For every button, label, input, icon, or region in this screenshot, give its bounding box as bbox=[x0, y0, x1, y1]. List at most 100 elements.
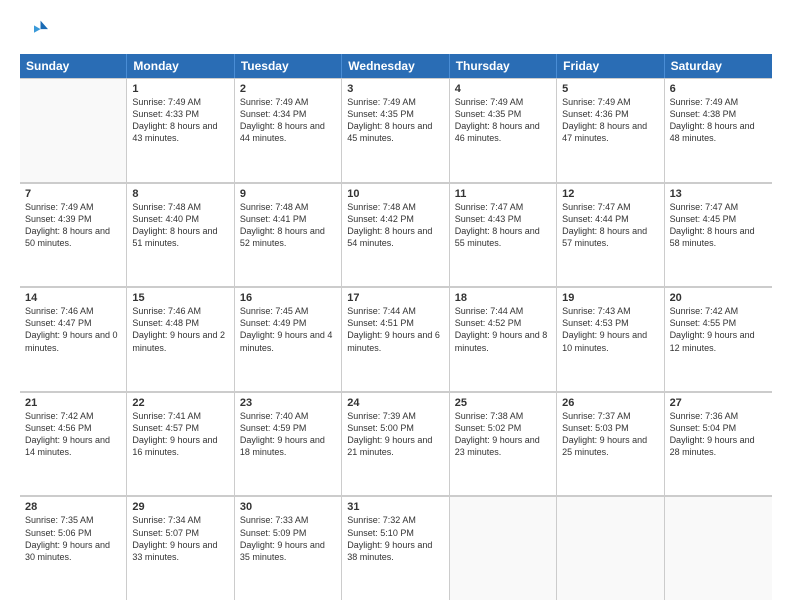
calendar-cell: 18Sunrise: 7:44 AMSunset: 4:52 PMDayligh… bbox=[450, 288, 557, 391]
cell-details: Sunrise: 7:48 AMSunset: 4:42 PMDaylight:… bbox=[347, 201, 443, 250]
calendar-row: 28Sunrise: 7:35 AMSunset: 5:06 PMDayligh… bbox=[20, 496, 772, 600]
cell-details: Sunrise: 7:33 AMSunset: 5:09 PMDaylight:… bbox=[240, 514, 336, 563]
day-number: 14 bbox=[25, 292, 121, 304]
day-number: 15 bbox=[132, 292, 228, 304]
day-number: 30 bbox=[240, 501, 336, 513]
calendar-cell: 10Sunrise: 7:48 AMSunset: 4:42 PMDayligh… bbox=[342, 184, 449, 287]
calendar-cell: 20Sunrise: 7:42 AMSunset: 4:55 PMDayligh… bbox=[665, 288, 772, 391]
weekday-header: Friday bbox=[557, 54, 664, 78]
calendar-cell: 29Sunrise: 7:34 AMSunset: 5:07 PMDayligh… bbox=[127, 497, 234, 600]
day-number: 17 bbox=[347, 292, 443, 304]
day-number: 6 bbox=[670, 83, 767, 95]
calendar-row: 7Sunrise: 7:49 AMSunset: 4:39 PMDaylight… bbox=[20, 183, 772, 288]
calendar-cell: 15Sunrise: 7:46 AMSunset: 4:48 PMDayligh… bbox=[127, 288, 234, 391]
cell-details: Sunrise: 7:47 AMSunset: 4:44 PMDaylight:… bbox=[562, 201, 658, 250]
day-number: 21 bbox=[25, 397, 121, 409]
calendar-cell: 11Sunrise: 7:47 AMSunset: 4:43 PMDayligh… bbox=[450, 184, 557, 287]
day-number: 8 bbox=[132, 188, 228, 200]
cell-details: Sunrise: 7:32 AMSunset: 5:10 PMDaylight:… bbox=[347, 514, 443, 563]
day-number: 22 bbox=[132, 397, 228, 409]
calendar-cell: 17Sunrise: 7:44 AMSunset: 4:51 PMDayligh… bbox=[342, 288, 449, 391]
cell-details: Sunrise: 7:49 AMSunset: 4:38 PMDaylight:… bbox=[670, 96, 767, 145]
cell-details: Sunrise: 7:49 AMSunset: 4:35 PMDaylight:… bbox=[455, 96, 551, 145]
day-number: 13 bbox=[670, 188, 767, 200]
cell-details: Sunrise: 7:34 AMSunset: 5:07 PMDaylight:… bbox=[132, 514, 228, 563]
cell-details: Sunrise: 7:49 AMSunset: 4:35 PMDaylight:… bbox=[347, 96, 443, 145]
calendar-cell: 8Sunrise: 7:48 AMSunset: 4:40 PMDaylight… bbox=[127, 184, 234, 287]
calendar-cell: 3Sunrise: 7:49 AMSunset: 4:35 PMDaylight… bbox=[342, 79, 449, 182]
weekday-header: Sunday bbox=[20, 54, 127, 78]
calendar-cell: 14Sunrise: 7:46 AMSunset: 4:47 PMDayligh… bbox=[20, 288, 127, 391]
calendar-row: 14Sunrise: 7:46 AMSunset: 4:47 PMDayligh… bbox=[20, 287, 772, 392]
day-number: 2 bbox=[240, 83, 336, 95]
day-number: 7 bbox=[25, 188, 121, 200]
cell-details: Sunrise: 7:46 AMSunset: 4:48 PMDaylight:… bbox=[132, 305, 228, 354]
cell-details: Sunrise: 7:35 AMSunset: 5:06 PMDaylight:… bbox=[25, 514, 121, 563]
calendar-cell: 2Sunrise: 7:49 AMSunset: 4:34 PMDaylight… bbox=[235, 79, 342, 182]
weekday-header: Thursday bbox=[450, 54, 557, 78]
page: SundayMondayTuesdayWednesdayThursdayFrid… bbox=[0, 0, 792, 612]
day-number: 27 bbox=[670, 397, 767, 409]
calendar-cell: 27Sunrise: 7:36 AMSunset: 5:04 PMDayligh… bbox=[665, 393, 772, 496]
calendar-row: 1Sunrise: 7:49 AMSunset: 4:33 PMDaylight… bbox=[20, 78, 772, 183]
calendar-cell bbox=[20, 79, 127, 182]
cell-details: Sunrise: 7:49 AMSunset: 4:34 PMDaylight:… bbox=[240, 96, 336, 145]
logo-icon bbox=[20, 16, 48, 44]
cell-details: Sunrise: 7:44 AMSunset: 4:51 PMDaylight:… bbox=[347, 305, 443, 354]
cell-details: Sunrise: 7:39 AMSunset: 5:00 PMDaylight:… bbox=[347, 410, 443, 459]
cell-details: Sunrise: 7:44 AMSunset: 4:52 PMDaylight:… bbox=[455, 305, 551, 354]
day-number: 24 bbox=[347, 397, 443, 409]
cell-details: Sunrise: 7:37 AMSunset: 5:03 PMDaylight:… bbox=[562, 410, 658, 459]
day-number: 9 bbox=[240, 188, 336, 200]
day-number: 5 bbox=[562, 83, 658, 95]
calendar-cell: 28Sunrise: 7:35 AMSunset: 5:06 PMDayligh… bbox=[20, 497, 127, 600]
day-number: 4 bbox=[455, 83, 551, 95]
cell-details: Sunrise: 7:40 AMSunset: 4:59 PMDaylight:… bbox=[240, 410, 336, 459]
cell-details: Sunrise: 7:49 AMSunset: 4:36 PMDaylight:… bbox=[562, 96, 658, 145]
day-number: 19 bbox=[562, 292, 658, 304]
calendar-header: SundayMondayTuesdayWednesdayThursdayFrid… bbox=[20, 54, 772, 78]
calendar-cell: 25Sunrise: 7:38 AMSunset: 5:02 PMDayligh… bbox=[450, 393, 557, 496]
cell-details: Sunrise: 7:48 AMSunset: 4:40 PMDaylight:… bbox=[132, 201, 228, 250]
calendar-cell: 24Sunrise: 7:39 AMSunset: 5:00 PMDayligh… bbox=[342, 393, 449, 496]
calendar-cell: 21Sunrise: 7:42 AMSunset: 4:56 PMDayligh… bbox=[20, 393, 127, 496]
cell-details: Sunrise: 7:43 AMSunset: 4:53 PMDaylight:… bbox=[562, 305, 658, 354]
day-number: 25 bbox=[455, 397, 551, 409]
day-number: 1 bbox=[132, 83, 228, 95]
cell-details: Sunrise: 7:48 AMSunset: 4:41 PMDaylight:… bbox=[240, 201, 336, 250]
calendar-cell: 19Sunrise: 7:43 AMSunset: 4:53 PMDayligh… bbox=[557, 288, 664, 391]
day-number: 3 bbox=[347, 83, 443, 95]
cell-details: Sunrise: 7:42 AMSunset: 4:56 PMDaylight:… bbox=[25, 410, 121, 459]
cell-details: Sunrise: 7:36 AMSunset: 5:04 PMDaylight:… bbox=[670, 410, 767, 459]
calendar-cell: 26Sunrise: 7:37 AMSunset: 5:03 PMDayligh… bbox=[557, 393, 664, 496]
calendar-cell: 4Sunrise: 7:49 AMSunset: 4:35 PMDaylight… bbox=[450, 79, 557, 182]
cell-details: Sunrise: 7:42 AMSunset: 4:55 PMDaylight:… bbox=[670, 305, 767, 354]
day-number: 28 bbox=[25, 501, 121, 513]
logo bbox=[20, 16, 52, 44]
cell-details: Sunrise: 7:47 AMSunset: 4:43 PMDaylight:… bbox=[455, 201, 551, 250]
cell-details: Sunrise: 7:49 AMSunset: 4:33 PMDaylight:… bbox=[132, 96, 228, 145]
calendar-cell bbox=[450, 497, 557, 600]
day-number: 31 bbox=[347, 501, 443, 513]
day-number: 11 bbox=[455, 188, 551, 200]
calendar-cell: 12Sunrise: 7:47 AMSunset: 4:44 PMDayligh… bbox=[557, 184, 664, 287]
calendar: SundayMondayTuesdayWednesdayThursdayFrid… bbox=[20, 54, 772, 600]
weekday-header: Saturday bbox=[665, 54, 772, 78]
calendar-cell: 1Sunrise: 7:49 AMSunset: 4:33 PMDaylight… bbox=[127, 79, 234, 182]
calendar-cell: 13Sunrise: 7:47 AMSunset: 4:45 PMDayligh… bbox=[665, 184, 772, 287]
calendar-row: 21Sunrise: 7:42 AMSunset: 4:56 PMDayligh… bbox=[20, 392, 772, 497]
calendar-cell: 30Sunrise: 7:33 AMSunset: 5:09 PMDayligh… bbox=[235, 497, 342, 600]
weekday-header: Tuesday bbox=[235, 54, 342, 78]
cell-details: Sunrise: 7:46 AMSunset: 4:47 PMDaylight:… bbox=[25, 305, 121, 354]
day-number: 16 bbox=[240, 292, 336, 304]
weekday-header: Wednesday bbox=[342, 54, 449, 78]
calendar-cell: 23Sunrise: 7:40 AMSunset: 4:59 PMDayligh… bbox=[235, 393, 342, 496]
calendar-cell: 5Sunrise: 7:49 AMSunset: 4:36 PMDaylight… bbox=[557, 79, 664, 182]
cell-details: Sunrise: 7:45 AMSunset: 4:49 PMDaylight:… bbox=[240, 305, 336, 354]
calendar-cell: 22Sunrise: 7:41 AMSunset: 4:57 PMDayligh… bbox=[127, 393, 234, 496]
calendar-cell: 7Sunrise: 7:49 AMSunset: 4:39 PMDaylight… bbox=[20, 184, 127, 287]
calendar-cell bbox=[665, 497, 772, 600]
day-number: 12 bbox=[562, 188, 658, 200]
cell-details: Sunrise: 7:47 AMSunset: 4:45 PMDaylight:… bbox=[670, 201, 767, 250]
day-number: 26 bbox=[562, 397, 658, 409]
